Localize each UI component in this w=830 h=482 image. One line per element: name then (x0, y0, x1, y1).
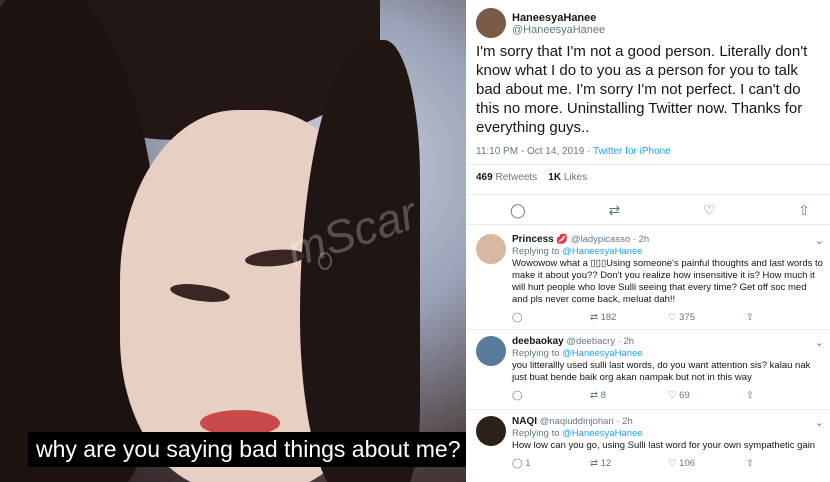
replying-to: Replying to @HaneesyaHanee (512, 246, 824, 258)
reply-author-handle[interactable]: @deebacry (566, 336, 615, 347)
reply-author-name[interactable]: NAQI (512, 416, 537, 427)
avatar[interactable] (476, 8, 506, 38)
chevron-down-icon[interactable]: ⌄ (815, 336, 824, 349)
reply-actions: ◯ ⇄ 8 ♡ 69 ⇧ (512, 390, 824, 402)
reply-icon[interactable]: ◯ (512, 390, 523, 401)
tweet-stats: 469 Retweets 1K Likes (476, 172, 587, 183)
retweet-count: 182 (600, 312, 617, 323)
tweet-time[interactable]: 11:10 PM - Oct 14, 2019 (476, 146, 584, 157)
like-icon[interactable]: ♡ (668, 390, 677, 401)
tweet-actions: ◯ ⇄ ♡ ⇧ (510, 202, 810, 219)
divider (466, 194, 830, 195)
reply-age: · 2h (616, 416, 633, 427)
retweet-icon[interactable]: ⇄ (590, 458, 598, 469)
avatar[interactable] (476, 234, 506, 264)
reply-icon[interactable]: ◯ (512, 312, 523, 323)
avatar[interactable] (476, 336, 506, 366)
tweet-author-handle[interactable]: @HaneesyaHanee (512, 24, 605, 36)
share-icon[interactable]: ⇧ (746, 390, 754, 401)
replying-to: Replying to @HaneesyaHanee (512, 428, 824, 440)
like-icon[interactable]: ♡ (703, 202, 716, 219)
reply-count: 1 (525, 458, 531, 469)
tweet-panel: HaneesyaHanee @HaneesyaHanee I'm sorry t… (466, 0, 830, 482)
tweet-author-name[interactable]: HaneesyaHanee (512, 12, 605, 24)
reply-actions: ◯ 1 ⇄ 12 ♡ 106 ⇧ (512, 458, 824, 470)
divider (466, 224, 830, 225)
reply-text: How low can you go, using Sulli last wor… (512, 440, 816, 451)
replying-label: Replying to (512, 348, 560, 359)
like-label[interactable]: Likes (564, 172, 587, 183)
like-count: 106 (679, 458, 696, 469)
retweet-icon[interactable]: ⇄ (608, 202, 620, 219)
reply-author-handle[interactable]: @naqiuddinjohari (540, 416, 614, 427)
retweet-count[interactable]: 469 (476, 172, 493, 183)
replying-to-link[interactable]: @HaneesyaHanee (562, 246, 642, 257)
like-count[interactable]: 1K (548, 172, 561, 183)
reply-author-handle[interactable]: @ladypicasso (571, 234, 630, 245)
replying-to-link[interactable]: @HaneesyaHanee (562, 428, 642, 439)
replying-label: Replying to (512, 246, 560, 257)
tweet-meta: 11:10 PM - Oct 14, 2019 · Twitter for iP… (476, 146, 671, 157)
replying-to-link[interactable]: @HaneesyaHanee (562, 348, 642, 359)
reply-actions: ◯ ⇄ 182 ♡ 375 ⇧ (512, 312, 824, 324)
divider (466, 164, 830, 165)
retweet-label[interactable]: Retweets (495, 172, 537, 183)
chevron-down-icon[interactable]: ⌄ (815, 416, 824, 429)
meta-separator: · (584, 146, 593, 157)
tweet-source[interactable]: Twitter for iPhone (593, 146, 671, 157)
reply-icon[interactable]: ◯ (510, 202, 526, 219)
retweet-icon[interactable]: ⇄ (590, 312, 598, 323)
lips-emoji: 💋 (556, 234, 569, 245)
retweet-count: 12 (600, 458, 612, 469)
retweet-count: 8 (600, 390, 606, 401)
reply-age: · 2h (632, 234, 650, 245)
video-subtitle: why are you saying bad things about me? (28, 432, 466, 467)
like-icon[interactable]: ♡ (668, 312, 677, 323)
retweet-icon[interactable]: ⇄ (590, 390, 598, 401)
chevron-down-icon[interactable]: ⌄ (815, 234, 824, 247)
share-icon[interactable]: ⇧ (746, 458, 754, 469)
tweet-text: I'm sorry that I'm not a good person. Li… (476, 43, 808, 136)
reply-age: · 2h (617, 336, 635, 347)
video-frame: mScar why are you saying bad things abou… (0, 0, 466, 482)
share-icon[interactable]: ⇧ (798, 202, 810, 219)
reply-author-name[interactable]: deebaokay (512, 336, 564, 347)
divider (466, 409, 830, 410)
reply-text: Wowowow what a ▯▯▯Using someone's painfu… (512, 258, 823, 305)
share-icon[interactable]: ⇧ (746, 312, 754, 323)
divider (466, 329, 830, 330)
replying-to: Replying to @HaneesyaHanee (512, 348, 824, 360)
replying-label: Replying to (512, 428, 560, 439)
reply-author-name[interactable]: Princess (512, 234, 554, 245)
like-icon[interactable]: ♡ (668, 458, 677, 469)
like-count: 69 (679, 390, 690, 401)
avatar[interactable] (476, 416, 506, 446)
like-count: 375 (679, 312, 696, 323)
reply-icon[interactable]: ◯ (512, 458, 523, 469)
reply-text: you litterallly used sulli last words, d… (512, 360, 811, 383)
